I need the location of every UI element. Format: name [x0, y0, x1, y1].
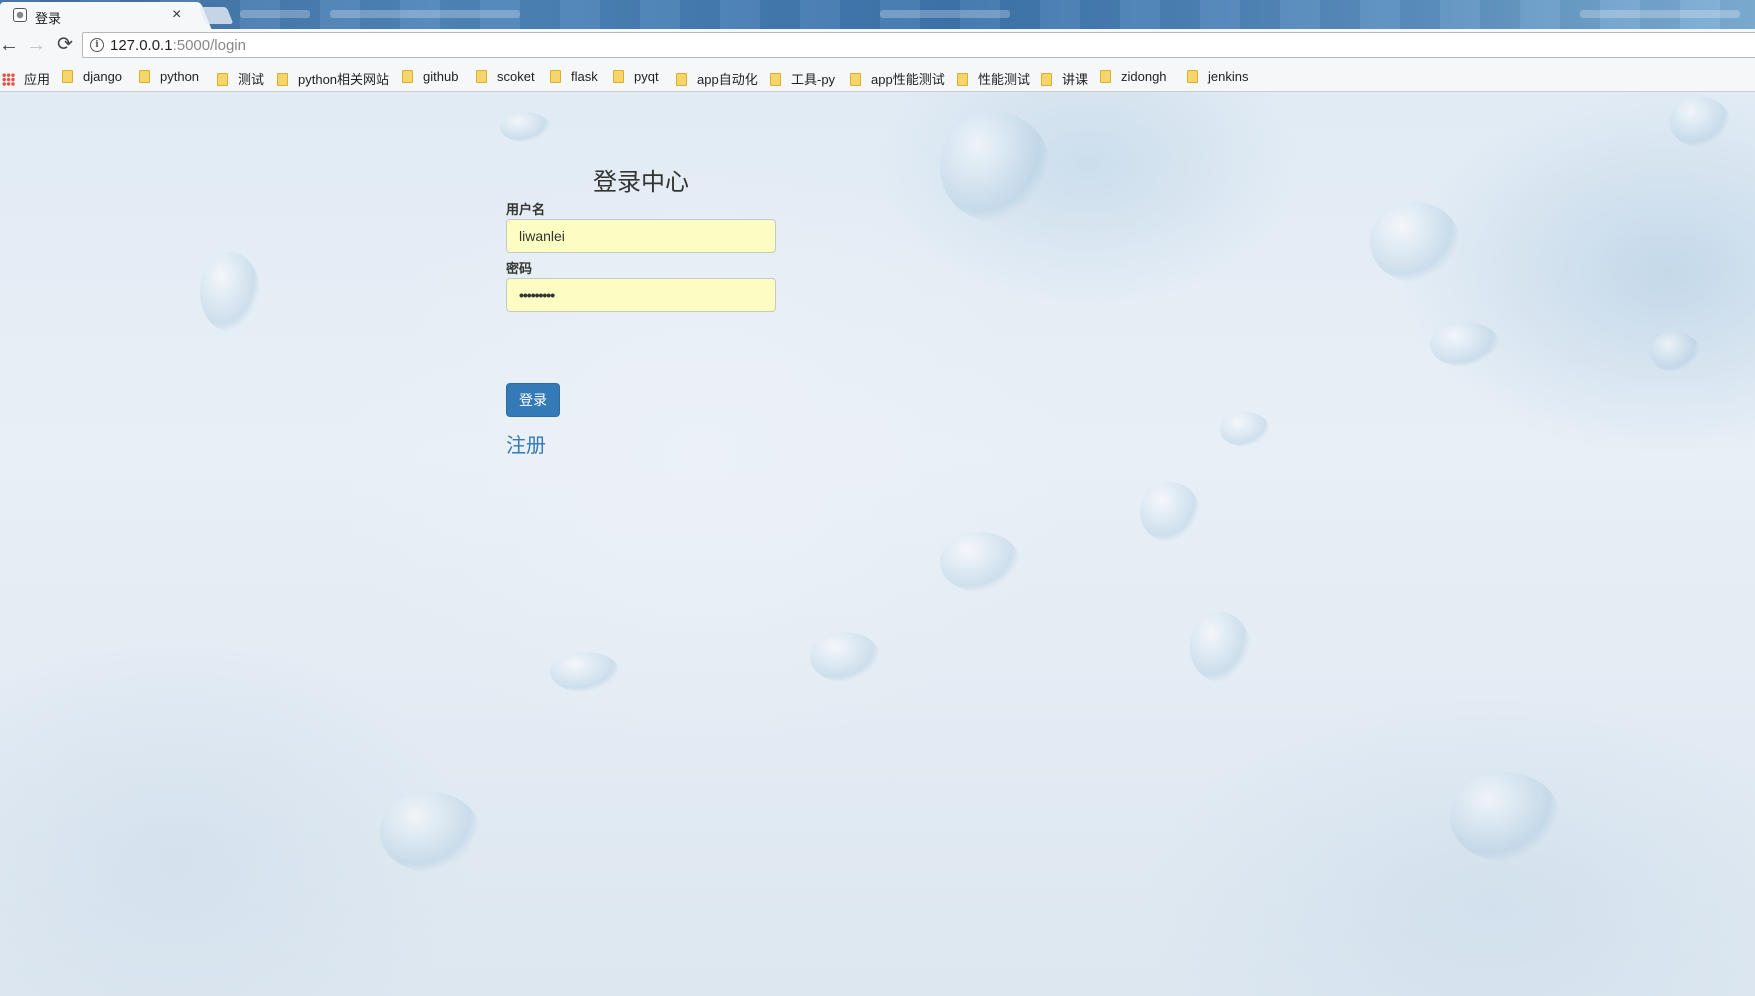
address-bar[interactable]: i 127.0.0.1:5000/login	[82, 32, 1755, 58]
water-drop	[200, 252, 260, 332]
bookmark-label: github	[423, 69, 459, 84]
folder-icon	[676, 73, 687, 86]
water-drop	[1140, 482, 1200, 542]
bookmark-item[interactable]: 测试	[217, 69, 264, 87]
bookmarks-bar: 应用 django python 测试 python相关网站 github sc…	[0, 64, 1755, 92]
water-drop	[1650, 332, 1700, 372]
folder-icon	[139, 70, 150, 83]
bookmark-item[interactable]: 工具-py	[770, 69, 835, 87]
bookmark-label: python相关网站	[298, 72, 390, 87]
bookmark-item[interactable]: jenkins	[1187, 69, 1248, 87]
bookmark-label: 工具-py	[791, 72, 836, 87]
bookmark-item[interactable]: app性能测试	[850, 69, 945, 87]
bookmark-label: jenkins	[1208, 69, 1249, 84]
bookmark-label: app性能测试	[871, 72, 945, 87]
bookmark-item[interactable]: django	[62, 69, 122, 87]
folder-icon	[957, 73, 968, 86]
water-drop	[1430, 322, 1500, 367]
folder-icon	[850, 73, 861, 86]
blurred-tab-text	[240, 10, 310, 18]
bookmark-item[interactable]: scoket	[476, 69, 535, 87]
folder-icon	[402, 70, 413, 83]
register-link[interactable]: 注册	[506, 429, 546, 458]
folder-icon	[1100, 70, 1111, 83]
water-drop	[1670, 97, 1730, 147]
bookmark-item[interactable]: pyqt	[613, 69, 659, 87]
bookmark-item[interactable]: 讲课	[1041, 69, 1088, 87]
url-host: 127.0.0.1	[110, 37, 173, 54]
blurred-tab-text	[880, 10, 1010, 18]
water-drop	[810, 632, 880, 682]
bookmark-item[interactable]: app自动化	[676, 69, 758, 87]
page-background: 登录中心 用户名 liwanlei 密码 ••••••••• 登录 注册	[0, 92, 1755, 996]
forward-arrow-icon[interactable]: →	[24, 33, 48, 57]
bookmark-label: django	[83, 69, 123, 84]
password-label: 密码	[506, 261, 533, 276]
folder-icon	[770, 73, 781, 86]
bookmark-label: 测试	[238, 72, 265, 87]
bookmark-item[interactable]: flask	[550, 69, 598, 87]
water-drop	[500, 112, 550, 142]
login-button[interactable]: 登录	[506, 383, 560, 417]
water-drop	[940, 532, 1020, 592]
tab-close-icon[interactable]: ×	[172, 6, 181, 24]
blurred-tab-text	[1580, 10, 1740, 18]
back-arrow-icon[interactable]: ←	[0, 33, 21, 57]
bookmark-item[interactable]: python	[139, 69, 199, 87]
water-drop	[550, 652, 620, 692]
bookmark-label: zidongh	[1121, 69, 1167, 84]
page-favicon-icon	[13, 8, 27, 22]
username-label: 用户名	[506, 202, 546, 217]
folder-icon	[277, 73, 288, 86]
folder-icon	[476, 70, 487, 83]
bookmark-label: python	[160, 69, 200, 84]
water-drop	[1450, 772, 1560, 862]
water-drop	[940, 112, 1050, 222]
new-tab-button[interactable]	[198, 7, 234, 24]
water-drop	[1370, 202, 1460, 282]
reload-icon[interactable]: ⟳	[53, 33, 77, 57]
bookmark-label: 讲课	[1062, 72, 1089, 87]
tab-strip: 登录 ×	[0, 0, 1755, 29]
bookmark-label: scoket	[497, 69, 535, 84]
bookmark-item[interactable]: zidongh	[1100, 69, 1167, 87]
url-text[interactable]: 127.0.0.1:5000/login	[110, 37, 246, 54]
bookmark-item[interactable]: python相关网站	[277, 69, 389, 87]
folder-icon	[1041, 73, 1052, 86]
water-drop	[1190, 612, 1250, 682]
tab-login[interactable]: 登录 ×	[0, 2, 196, 29]
browser-toolbar: ← → ⟳ i 127.0.0.1:5000/login	[0, 29, 1755, 64]
folder-icon	[62, 70, 73, 83]
apps-grid-icon	[2, 73, 15, 86]
bookmark-label: app自动化	[697, 72, 758, 87]
folder-icon	[217, 73, 228, 86]
folder-icon	[550, 70, 561, 83]
water-drop	[1220, 412, 1270, 447]
url-path: :5000/login	[172, 37, 246, 54]
bookmark-label: flask	[571, 69, 598, 84]
page-title: 登录中心	[593, 169, 689, 196]
folder-icon	[1187, 70, 1198, 83]
bookmark-item[interactable]: 性能测试	[957, 69, 1030, 87]
bookmark-apps[interactable]: 应用	[2, 69, 50, 87]
bookmark-item[interactable]: github	[402, 69, 458, 87]
blurred-tab-text	[330, 10, 520, 18]
folder-icon	[613, 70, 624, 83]
bookmark-label: 性能测试	[978, 72, 1031, 87]
site-info-icon[interactable]: i	[90, 38, 104, 52]
water-drop	[380, 792, 480, 872]
bookmark-label: pyqt	[634, 69, 659, 84]
username-input[interactable]: liwanlei	[506, 219, 776, 253]
bookmark-label: 应用	[24, 72, 51, 87]
tab-title: 登录	[35, 11, 62, 26]
password-input[interactable]: •••••••••	[506, 278, 776, 312]
